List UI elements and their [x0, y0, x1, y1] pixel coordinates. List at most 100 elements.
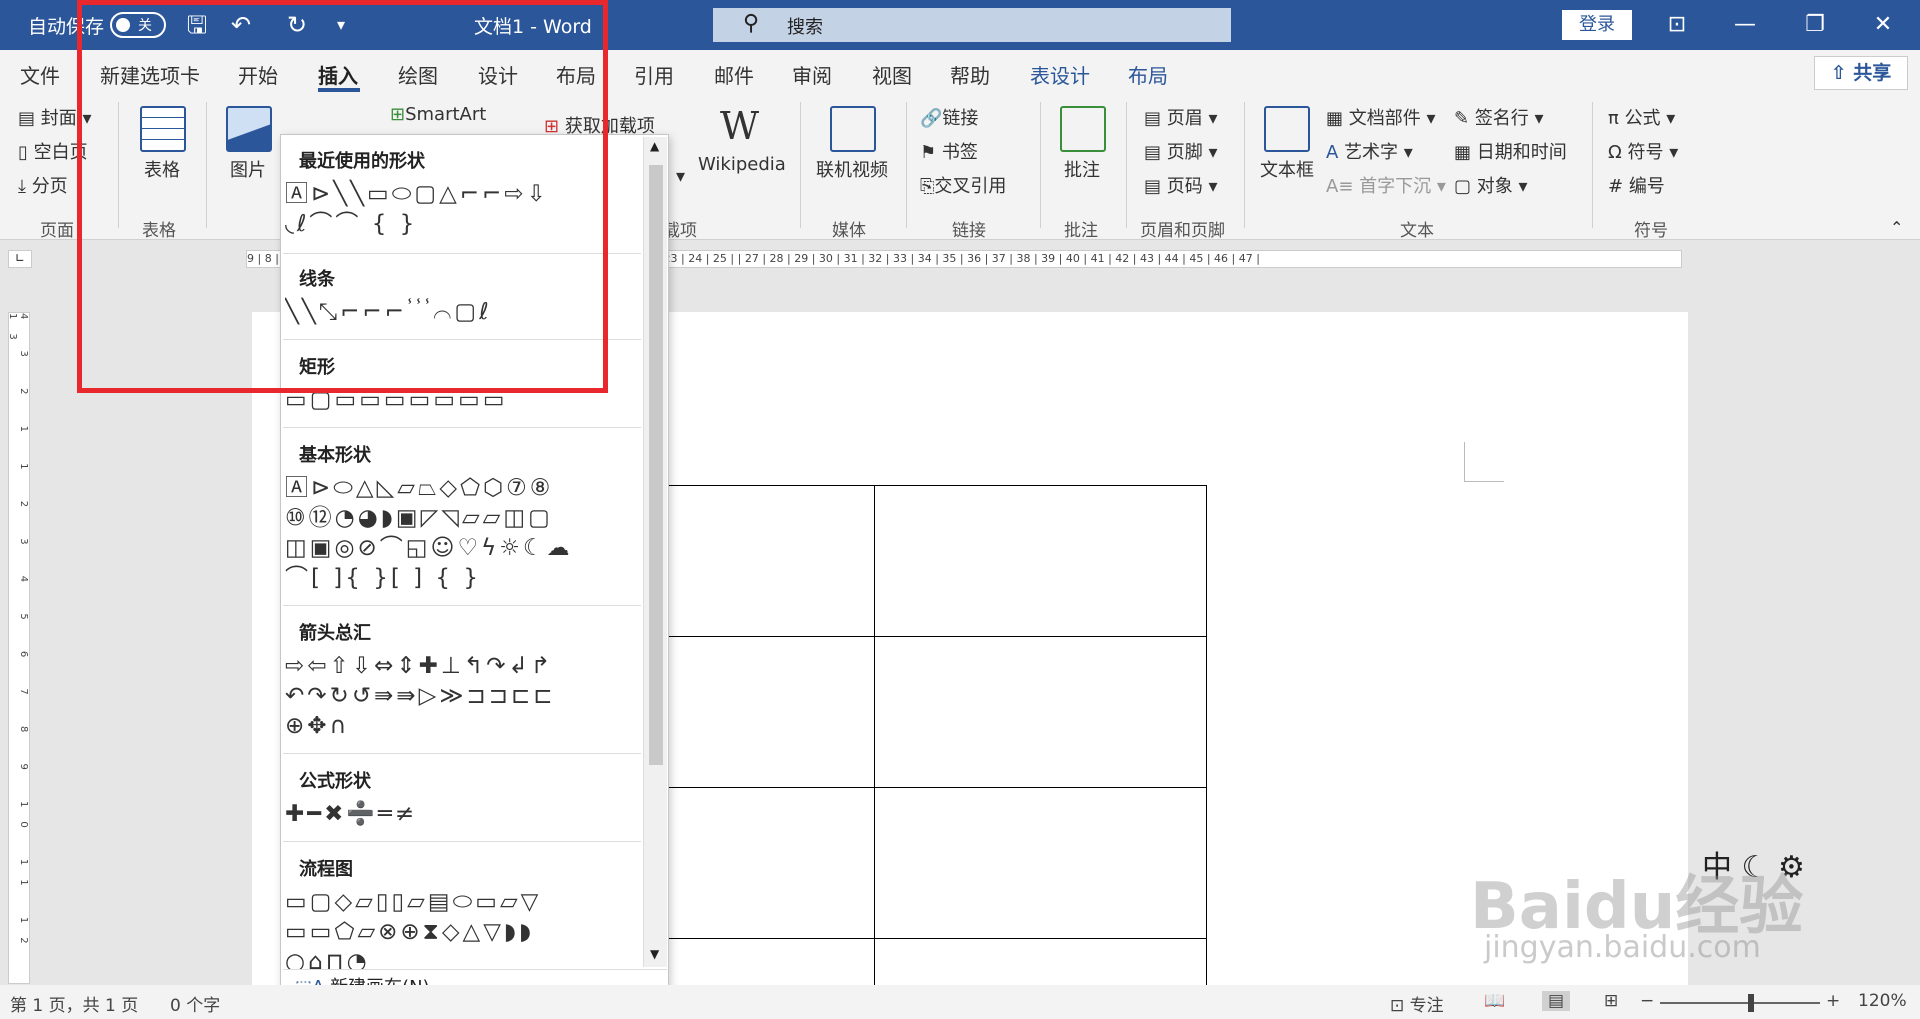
table-button-label[interactable]: 表格	[144, 156, 180, 182]
symbol-button[interactable]: Ω 符号 ▾	[1608, 138, 1678, 164]
cross-reference-button[interactable]: ⎘交叉引用	[920, 172, 1006, 198]
customize-qat-icon[interactable]: ▾	[324, 8, 358, 42]
shapes-row[interactable]: ✚━✖➗═≠	[285, 799, 641, 829]
web-layout-icon[interactable]: ⊞	[1604, 991, 1618, 1011]
search-box[interactable]: ⚲ 搜索	[713, 8, 1231, 42]
online-video-icon[interactable]	[830, 106, 876, 152]
scroll-up-icon[interactable]: ▲	[650, 139, 659, 153]
scroll-thumb[interactable]	[649, 165, 663, 765]
comment-button-label[interactable]: 批注	[1064, 156, 1100, 182]
shapes-row[interactable]: ⑩⑫◔◕◗▣◸◹▱▱◫▢	[285, 503, 641, 533]
shapes-row[interactable]: ⇨⇦⇧⇩⇔⇕✚⊥↰↷↲↱	[285, 651, 641, 681]
tab-table-design[interactable]: 表设计	[1030, 60, 1090, 89]
wordart-label: 艺术字	[1344, 142, 1399, 163]
shapes-row[interactable]: 🄰⊳╲╲▭⬭▢△⌐⌐⇨⇩	[285, 179, 641, 209]
header-button[interactable]: ▤ 页眉 ▾	[1144, 104, 1218, 130]
picture-icon[interactable]	[226, 106, 272, 152]
shapes-row[interactable]: ◫▣◎⊘⌒◱☺♡ϟ☼☾☁	[285, 533, 641, 563]
gallery-scrollbar[interactable]: ▲ ▼	[643, 137, 667, 967]
blank-page-button[interactable]: ▯ 空白页	[18, 138, 88, 164]
redo-icon[interactable]: ↻	[280, 8, 314, 42]
collapse-ribbon-icon[interactable]: ⌃	[1890, 218, 1903, 237]
save-icon[interactable]: 🖫	[180, 8, 214, 42]
shapes-row[interactable]: ○⌂⊓◔	[285, 947, 641, 969]
tab-mailings[interactable]: 邮件	[714, 60, 754, 89]
bookmark-button[interactable]: ⚑ 书签	[920, 138, 978, 164]
shapes-row[interactable]: ↶↷↻↺⇛⇛▷≫⊐⊐⊏⊏	[285, 681, 641, 711]
shapes-row[interactable]: ◟ℓ⌒⌒ { }	[285, 209, 641, 239]
autosave-toggle[interactable]: 关	[110, 12, 166, 38]
scroll-down-icon[interactable]: ▼	[650, 947, 659, 961]
tab-references[interactable]: 引用	[634, 60, 674, 89]
focus-mode-button[interactable]: ⊡ 专注	[1390, 991, 1444, 1016]
drop-cap-button[interactable]: A≡ 首字下沉 ▾	[1326, 172, 1446, 198]
signature-line-label: 签名行	[1474, 108, 1529, 129]
table-icon[interactable]	[140, 106, 186, 152]
login-button[interactable]: 登录	[1562, 10, 1632, 40]
date-time-button[interactable]: ▦ 日期和时间	[1454, 138, 1567, 164]
tab-draw[interactable]: 绘图	[398, 60, 438, 89]
zoom-in-icon[interactable]: +	[1826, 991, 1840, 1011]
tab-insert[interactable]: 插入	[318, 60, 358, 89]
online-video-label[interactable]: 联机视频	[816, 156, 888, 182]
read-mode-icon[interactable]: 📖	[1484, 991, 1505, 1011]
picture-button-label[interactable]: 图片	[230, 156, 266, 182]
share-button[interactable]: ⇧ 共享	[1814, 56, 1908, 90]
symbol-label: 符号	[1627, 142, 1664, 163]
zoom-level[interactable]: 120%	[1858, 991, 1907, 1011]
textbox-icon[interactable]	[1264, 106, 1310, 152]
table-cell[interactable]	[874, 485, 1207, 637]
undo-icon[interactable]: ↶	[224, 8, 258, 42]
tab-selector[interactable]: ∟	[8, 250, 32, 268]
shapes-row[interactable]: ▭▢▭▭▭▭▭▭▭	[285, 385, 641, 415]
shapes-row[interactable]: ▭▢◇▱▯▯▱▤⬭▭▱▽	[285, 887, 641, 917]
tab-design[interactable]: 设计	[478, 60, 518, 89]
footer-button[interactable]: ▤ 页脚 ▾	[1144, 138, 1218, 164]
divider	[206, 102, 207, 228]
print-layout-icon[interactable]: ▤	[1542, 991, 1571, 1011]
table-cell[interactable]	[874, 636, 1207, 788]
tab-new[interactable]: 新建选项卡	[100, 60, 200, 89]
zoom-out-icon[interactable]: −	[1640, 991, 1654, 1011]
comment-icon[interactable]	[1060, 106, 1106, 152]
close-icon[interactable]: ✕	[1858, 8, 1908, 42]
numbering-button[interactable]: # 编号	[1608, 172, 1665, 198]
table-cell[interactable]	[874, 787, 1207, 939]
smartart-icon: ⊞	[390, 104, 406, 125]
tab-file[interactable]: 文件	[20, 60, 60, 89]
smartart-button[interactable]: ⊞SmartArt	[390, 104, 486, 125]
textbox-button-label[interactable]: 文本框	[1260, 156, 1314, 182]
tab-review[interactable]: 审阅	[792, 60, 832, 89]
object-button[interactable]: ▢ 对象 ▾	[1454, 172, 1528, 198]
shapes-row[interactable]: 🄰⊳⬭△◺▱⏢◇⬠⬡⑦⑧	[285, 473, 641, 503]
zoom-slider-thumb[interactable]	[1748, 994, 1754, 1012]
shapes-row[interactable]: ⌒[ ]{ }[ ] { }	[285, 563, 641, 593]
tab-layout[interactable]: 布局	[556, 60, 596, 89]
cover-page-button[interactable]: ▤ 封面 ▾	[18, 104, 92, 130]
tab-home[interactable]: 开始	[238, 60, 278, 89]
shapes-row[interactable]: ╲╲⤡⌐⌐⌐ⸯⸯⸯ⌒▢ℓ	[285, 297, 641, 327]
tab-table-layout[interactable]: 布局	[1128, 60, 1168, 89]
word-count[interactable]: 0 个字	[170, 991, 220, 1016]
page-break-button[interactable]: ⤓ 分页	[18, 172, 68, 198]
vertical-ruler[interactable]: 4 3 2 1 1 2 3 4 5 6 7 8 9 10 11 12 13	[7, 312, 30, 984]
wikipedia-logo-icon[interactable]: W	[720, 104, 759, 148]
zoom-slider[interactable]	[1660, 1002, 1820, 1004]
tab-view[interactable]: 视图	[872, 60, 912, 89]
equation-button[interactable]: π 公式 ▾	[1608, 104, 1675, 130]
shapes-row[interactable]: ⊕✥∩	[285, 711, 641, 741]
shapes-row[interactable]: ▭▭⬠▱⊗⊕⧗◇△▽◗◗	[285, 917, 641, 947]
restore-icon[interactable]: ❐	[1790, 8, 1840, 42]
divider	[800, 102, 801, 228]
tab-help[interactable]: 帮助	[950, 60, 990, 89]
page-count[interactable]: 第 1 页，共 1 页	[10, 991, 138, 1016]
document-parts-button[interactable]: ▦ 文档部件 ▾	[1326, 104, 1436, 130]
link-button[interactable]: 🔗链接	[920, 104, 978, 130]
wikipedia-dropdown-icon[interactable]: ▾	[676, 166, 685, 187]
page-number-button[interactable]: ▤ 页码 ▾	[1144, 172, 1218, 198]
wordart-button[interactable]: A 艺术字 ▾	[1326, 138, 1413, 164]
wikipedia-button-label[interactable]: Wikipedia	[698, 154, 786, 175]
minimize-icon[interactable]: —	[1720, 8, 1770, 42]
signature-line-button[interactable]: ✎ 签名行 ▾	[1454, 104, 1544, 130]
ribbon-display-icon[interactable]: ⊡	[1652, 8, 1702, 42]
